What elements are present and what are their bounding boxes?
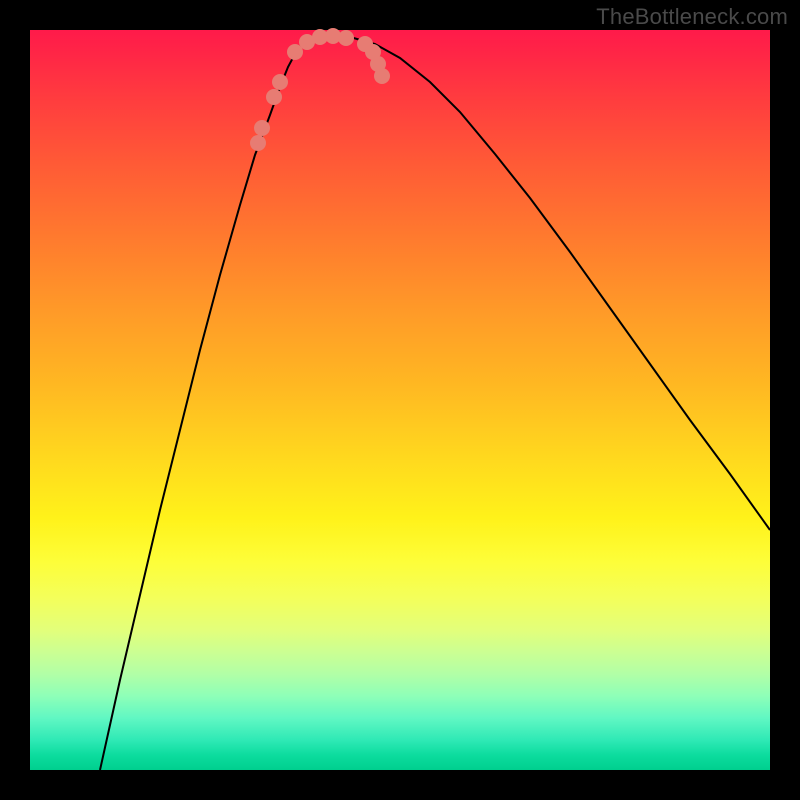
highlight-dot (338, 30, 354, 46)
highlight-dot (254, 120, 270, 136)
highlight-dot (250, 135, 266, 151)
curve-svg (30, 30, 770, 770)
plot-area (30, 30, 770, 770)
watermark-text: TheBottleneck.com (596, 4, 788, 30)
highlight-dot (272, 74, 288, 90)
bottleneck-curve (100, 35, 770, 770)
highlight-dots (250, 28, 390, 151)
chart-frame: TheBottleneck.com (0, 0, 800, 800)
highlight-dot (266, 89, 282, 105)
highlight-dot (374, 68, 390, 84)
